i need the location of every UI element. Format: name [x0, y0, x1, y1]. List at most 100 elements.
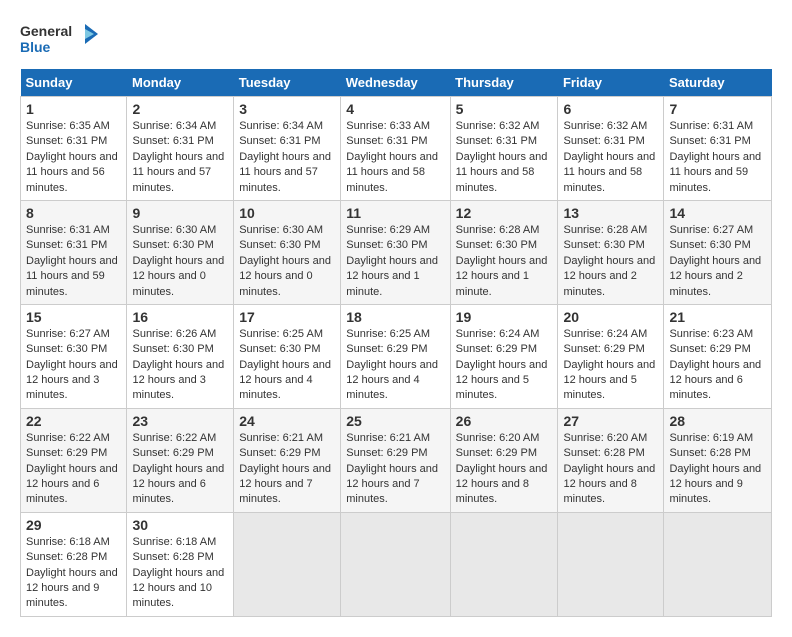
day-number: 16	[132, 309, 228, 325]
day-info: Sunrise: 6:18 AMSunset: 6:28 PMDaylight …	[132, 535, 228, 612]
day-number: 20	[563, 309, 658, 325]
svg-text:General: General	[20, 23, 72, 39]
day-info: Sunrise: 6:31 AMSunset: 6:31 PMDaylight …	[26, 223, 121, 300]
col-friday: Friday	[558, 69, 664, 97]
col-tuesday: Tuesday	[234, 69, 341, 97]
calendar-cell	[558, 512, 664, 616]
col-saturday: Saturday	[664, 69, 772, 97]
day-info: Sunrise: 6:24 AMSunset: 6:29 PMDaylight …	[456, 327, 553, 404]
day-number: 29	[26, 517, 121, 533]
day-info: Sunrise: 6:34 AMSunset: 6:31 PMDaylight …	[132, 119, 228, 196]
day-number: 17	[239, 309, 335, 325]
day-info: Sunrise: 6:30 AMSunset: 6:30 PMDaylight …	[239, 223, 335, 300]
calendar-cell: 14Sunrise: 6:27 AMSunset: 6:30 PMDayligh…	[664, 200, 772, 304]
day-info: Sunrise: 6:32 AMSunset: 6:31 PMDaylight …	[563, 119, 658, 196]
day-info: Sunrise: 6:20 AMSunset: 6:28 PMDaylight …	[563, 431, 658, 508]
day-info: Sunrise: 6:31 AMSunset: 6:31 PMDaylight …	[669, 119, 766, 196]
day-number: 23	[132, 413, 228, 429]
calendar-cell	[664, 512, 772, 616]
calendar-week-4: 22Sunrise: 6:22 AMSunset: 6:29 PMDayligh…	[21, 408, 772, 512]
calendar-cell: 23 Sunrise: 6:22 AMSunset: 6:29 PMDayligh…	[127, 408, 234, 512]
day-number: 8	[26, 205, 121, 221]
day-number: 19	[456, 309, 553, 325]
day-info: Sunrise: 6:30 AMSunset: 6:30 PMDaylight …	[132, 223, 228, 300]
calendar-cell: 5 Sunrise: 6:32 AMSunset: 6:31 PMDaylight…	[450, 97, 558, 201]
calendar-cell: 22Sunrise: 6:22 AMSunset: 6:29 PMDayligh…	[21, 408, 127, 512]
day-number: 9	[132, 205, 228, 221]
logo: General Blue	[20, 20, 100, 65]
day-number: 25	[346, 413, 444, 429]
day-info: Sunrise: 6:34 AMSunset: 6:31 PMDaylight …	[239, 119, 335, 196]
calendar-cell: 10 Sunrise: 6:30 AMSunset: 6:30 PMDayligh…	[234, 200, 341, 304]
calendar-cell: 16 Sunrise: 6:26 AMSunset: 6:30 PMDayligh…	[127, 304, 234, 408]
calendar-cell: 11 Sunrise: 6:29 AMSunset: 6:30 PMDayligh…	[341, 200, 450, 304]
day-number: 24	[239, 413, 335, 429]
calendar-week-3: 15Sunrise: 6:27 AMSunset: 6:30 PMDayligh…	[21, 304, 772, 408]
calendar-cell: 26 Sunrise: 6:20 AMSunset: 6:29 PMDayligh…	[450, 408, 558, 512]
day-number: 21	[669, 309, 766, 325]
calendar-cell	[341, 512, 450, 616]
calendar-cell: 19 Sunrise: 6:24 AMSunset: 6:29 PMDayligh…	[450, 304, 558, 408]
day-number: 28	[669, 413, 766, 429]
day-info: Sunrise: 6:18 AMSunset: 6:28 PMDaylight …	[26, 535, 121, 612]
day-info: Sunrise: 6:26 AMSunset: 6:30 PMDaylight …	[132, 327, 228, 404]
day-number: 6	[563, 101, 658, 117]
day-info: Sunrise: 6:24 AMSunset: 6:29 PMDaylight …	[563, 327, 658, 404]
calendar-cell	[450, 512, 558, 616]
day-number: 2	[132, 101, 228, 117]
day-number: 11	[346, 205, 444, 221]
calendar-table: Sunday Monday Tuesday Wednesday Thursday…	[20, 69, 772, 617]
day-number: 27	[563, 413, 658, 429]
day-number: 13	[563, 205, 658, 221]
day-info: Sunrise: 6:21 AMSunset: 6:29 PMDaylight …	[346, 431, 444, 508]
day-info: Sunrise: 6:22 AMSunset: 6:29 PMDaylight …	[26, 431, 121, 508]
svg-text:Blue: Blue	[20, 39, 51, 55]
calendar-cell: 15Sunrise: 6:27 AMSunset: 6:30 PMDayligh…	[21, 304, 127, 408]
day-number: 10	[239, 205, 335, 221]
day-number: 14	[669, 205, 766, 221]
day-number: 15	[26, 309, 121, 325]
page-container: General Blue Sunday Monday Tuesday Wedne…	[20, 20, 772, 617]
calendar-cell: 2 Sunrise: 6:34 AMSunset: 6:31 PMDaylight…	[127, 97, 234, 201]
calendar-cell: 13 Sunrise: 6:28 AMSunset: 6:30 PMDayligh…	[558, 200, 664, 304]
day-number: 30	[132, 517, 228, 533]
calendar-cell: 4 Sunrise: 6:33 AMSunset: 6:31 PMDaylight…	[341, 97, 450, 201]
col-monday: Monday	[127, 69, 234, 97]
calendar-cell: 1 Sunrise: 6:35 AMSunset: 6:31 PMDaylight…	[21, 97, 127, 201]
day-info: Sunrise: 6:22 AMSunset: 6:29 PMDaylight …	[132, 431, 228, 508]
header-row: Sunday Monday Tuesday Wednesday Thursday…	[21, 69, 772, 97]
calendar-cell: 29 Sunrise: 6:18 AMSunset: 6:28 PMDayligh…	[21, 512, 127, 616]
calendar-cell: 27 Sunrise: 6:20 AMSunset: 6:28 PMDayligh…	[558, 408, 664, 512]
calendar-cell: 17 Sunrise: 6:25 AMSunset: 6:30 PMDayligh…	[234, 304, 341, 408]
day-info: Sunrise: 6:21 AMSunset: 6:29 PMDaylight …	[239, 431, 335, 508]
calendar-cell: 18 Sunrise: 6:25 AMSunset: 6:29 PMDayligh…	[341, 304, 450, 408]
day-info: Sunrise: 6:35 AMSunset: 6:31 PMDaylight …	[26, 119, 121, 196]
calendar-week-1: 1 Sunrise: 6:35 AMSunset: 6:31 PMDaylight…	[21, 97, 772, 201]
day-info: Sunrise: 6:25 AMSunset: 6:29 PMDaylight …	[346, 327, 444, 404]
day-info: Sunrise: 6:32 AMSunset: 6:31 PMDaylight …	[456, 119, 553, 196]
day-number: 4	[346, 101, 444, 117]
day-number: 7	[669, 101, 766, 117]
day-info: Sunrise: 6:33 AMSunset: 6:31 PMDaylight …	[346, 119, 444, 196]
day-info: Sunrise: 6:28 AMSunset: 6:30 PMDaylight …	[563, 223, 658, 300]
day-info: Sunrise: 6:25 AMSunset: 6:30 PMDaylight …	[239, 327, 335, 404]
day-number: 5	[456, 101, 553, 117]
col-sunday: Sunday	[21, 69, 127, 97]
day-number: 18	[346, 309, 444, 325]
day-info: Sunrise: 6:20 AMSunset: 6:29 PMDaylight …	[456, 431, 553, 508]
calendar-cell: 24 Sunrise: 6:21 AMSunset: 6:29 PMDayligh…	[234, 408, 341, 512]
calendar-cell: 8 Sunrise: 6:31 AMSunset: 6:31 PMDaylight…	[21, 200, 127, 304]
calendar-cell: 12Sunrise: 6:28 AMSunset: 6:30 PMDayligh…	[450, 200, 558, 304]
day-info: Sunrise: 6:29 AMSunset: 6:30 PMDaylight …	[346, 223, 444, 300]
day-info: Sunrise: 6:23 AMSunset: 6:29 PMDaylight …	[669, 327, 766, 404]
day-number: 1	[26, 101, 121, 117]
calendar-cell: 6 Sunrise: 6:32 AMSunset: 6:31 PMDaylight…	[558, 97, 664, 201]
col-wednesday: Wednesday	[341, 69, 450, 97]
calendar-week-2: 8 Sunrise: 6:31 AMSunset: 6:31 PMDaylight…	[21, 200, 772, 304]
calendar-cell: 28Sunrise: 6:19 AMSunset: 6:28 PMDayligh…	[664, 408, 772, 512]
day-number: 26	[456, 413, 553, 429]
calendar-cell: 20 Sunrise: 6:24 AMSunset: 6:29 PMDayligh…	[558, 304, 664, 408]
calendar-cell: 7 Sunrise: 6:31 AMSunset: 6:31 PMDaylight…	[664, 97, 772, 201]
calendar-cell: 30 Sunrise: 6:18 AMSunset: 6:28 PMDayligh…	[127, 512, 234, 616]
calendar-cell	[234, 512, 341, 616]
